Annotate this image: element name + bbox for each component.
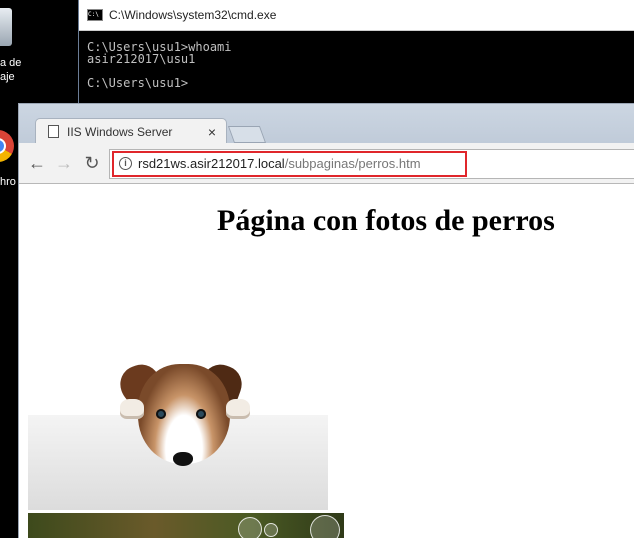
puppy-photo bbox=[28, 359, 328, 510]
chrome-shortcut-label: hro bbox=[0, 176, 16, 188]
url-text[interactable]: rsd21ws.asir212017.local/subpaginas/perr… bbox=[138, 156, 421, 171]
cmd-line: C:\Users\usu1> bbox=[87, 76, 189, 90]
page-heading: Página con fotos de perros bbox=[217, 204, 555, 237]
recycle-bin-icon[interactable] bbox=[0, 8, 12, 46]
url-host: rsd21ws.asir212017.local bbox=[138, 156, 285, 171]
new-tab-button[interactable] bbox=[227, 126, 267, 143]
reload-icon[interactable]: ↻ bbox=[82, 153, 102, 173]
bubble bbox=[238, 517, 262, 538]
bubbles-photo bbox=[28, 513, 344, 538]
dog-eye bbox=[156, 409, 166, 419]
browser-toolbar: ← → ↻ i rsd21ws.asir212017.local/subpagi… bbox=[19, 143, 634, 184]
cmd-icon: C:\ bbox=[87, 9, 103, 21]
cmd-title: C:\Windows\system32\cmd.exe bbox=[109, 8, 277, 22]
recycle-bin-label: a de aje bbox=[0, 57, 22, 83]
info-icon[interactable]: i bbox=[119, 157, 132, 170]
dog-head bbox=[138, 364, 230, 464]
address-bar[interactable]: i rsd21ws.asir212017.local/subpaginas/pe… bbox=[109, 149, 634, 179]
dog-paw bbox=[120, 399, 144, 419]
cmd-titlebar[interactable]: C:\ C:\Windows\system32\cmd.exe bbox=[79, 0, 634, 31]
cmd-line: asir212017\usu1 bbox=[87, 52, 196, 66]
cmd-console[interactable]: C:\Users\usu1>whoami asir212017\usu1 C:\U… bbox=[79, 31, 634, 89]
tab-strip: IIS Windows Server × bbox=[19, 104, 634, 144]
bubble bbox=[264, 523, 278, 537]
back-arrow-icon[interactable]: ← bbox=[27, 153, 47, 173]
browser-window: IIS Windows Server × ← → ↻ i rsd21ws.asi… bbox=[18, 103, 634, 538]
dog-eye bbox=[196, 409, 206, 419]
tab-iis-windows-server[interactable]: IIS Windows Server × bbox=[35, 118, 227, 144]
page-viewport[interactable]: Página con fotos de perros bbox=[19, 184, 634, 538]
url-path: /subpaginas/perros.htm bbox=[284, 156, 421, 171]
bubble bbox=[310, 515, 340, 538]
cmd-window: C:\ C:\Windows\system32\cmd.exe C:\Users… bbox=[78, 0, 634, 110]
dog-paw bbox=[226, 399, 250, 419]
tab-title: IIS Windows Server bbox=[67, 124, 173, 139]
forward-arrow-icon[interactable]: → bbox=[54, 153, 74, 173]
page-icon bbox=[48, 125, 59, 138]
chrome-shortcut-icon[interactable] bbox=[0, 130, 14, 162]
close-icon[interactable]: × bbox=[208, 124, 216, 140]
dog-nose bbox=[173, 452, 193, 466]
